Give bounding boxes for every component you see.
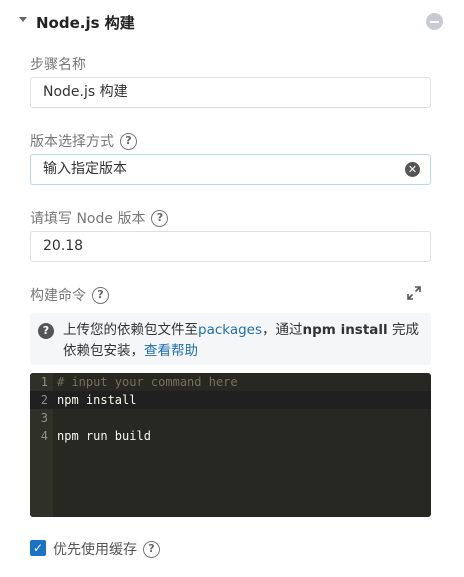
build-command-label-text: 构建命令 xyxy=(30,288,86,304)
step-name-label-text: 步骤名称 xyxy=(30,57,86,73)
line-number: 4 xyxy=(40,429,48,443)
question-circle-icon[interactable]: ? xyxy=(143,540,160,558)
line-number: 3 xyxy=(40,411,48,425)
command-editor[interactable]: 1 # input your command here 2 npm instal… xyxy=(30,373,431,517)
npm-install-text: npm install xyxy=(302,322,388,338)
editor-line[interactable]: 1 # input your command here xyxy=(30,373,431,391)
version-mode-value: 输入指定版本 xyxy=(43,161,127,177)
editor-line[interactable]: 3 xyxy=(30,409,431,427)
step-name-input[interactable]: Node.js 构建 xyxy=(30,77,431,108)
node-version-label-text: 请填写 Node 版本 xyxy=(30,211,146,227)
step-name-label: 步骤名称 xyxy=(30,54,86,74)
packages-link[interactable]: packages xyxy=(198,322,262,338)
fullscreen-icon[interactable] xyxy=(406,285,422,301)
info-box: ? 上传您的依赖包文件至packages，通过npm install 完成依赖包… xyxy=(30,313,431,365)
question-circle-icon[interactable]: ? xyxy=(120,132,137,150)
editor-line[interactable]: 4 npm run build xyxy=(30,427,431,445)
cache-checkbox[interactable]: ✓ xyxy=(30,540,46,556)
info-text-part: 上传您的依赖包文件至 xyxy=(63,322,198,338)
info-text-part: ，通过 xyxy=(262,322,303,338)
build-command-label: 构建命令? xyxy=(30,285,109,305)
caret-down-icon[interactable] xyxy=(19,17,27,22)
section-title: Node.js 构建 xyxy=(36,14,135,32)
question-circle-icon[interactable]: ? xyxy=(92,286,109,304)
node-version-value: 20.18 xyxy=(43,238,84,254)
view-help-link[interactable]: 查看帮助 xyxy=(144,343,198,359)
question-circle-icon: ? xyxy=(38,323,54,339)
minus-circle-icon[interactable] xyxy=(426,13,443,30)
editor-line[interactable]: 2 npm install xyxy=(30,391,431,409)
version-mode-label-text: 版本选择方式 xyxy=(30,134,114,150)
version-mode-label: 版本选择方式? xyxy=(30,131,137,151)
node-version-input[interactable]: 20.18 xyxy=(30,231,431,262)
section-header[interactable]: Node.js 构建 xyxy=(0,0,464,44)
line-code[interactable]: # input your command here xyxy=(57,373,238,391)
info-text: 上传您的依赖包文件至packages，通过npm install 完成依赖包安装… xyxy=(63,320,423,362)
line-code[interactable]: npm run build xyxy=(57,427,151,445)
cache-label: 优先使用缓存? xyxy=(53,539,160,559)
question-circle-icon[interactable]: ? xyxy=(151,209,169,227)
line-code[interactable]: npm install xyxy=(57,391,136,409)
cache-label-text: 优先使用缓存 xyxy=(53,542,137,558)
step-name-value: Node.js 构建 xyxy=(43,84,128,100)
line-number: 2 xyxy=(40,393,48,407)
node-version-label: 请填写 Node 版本? xyxy=(30,208,169,228)
line-number: 1 xyxy=(40,375,48,389)
version-mode-select[interactable]: 输入指定版本 ✕ xyxy=(30,154,431,185)
clear-circle-icon[interactable]: ✕ xyxy=(405,162,420,177)
